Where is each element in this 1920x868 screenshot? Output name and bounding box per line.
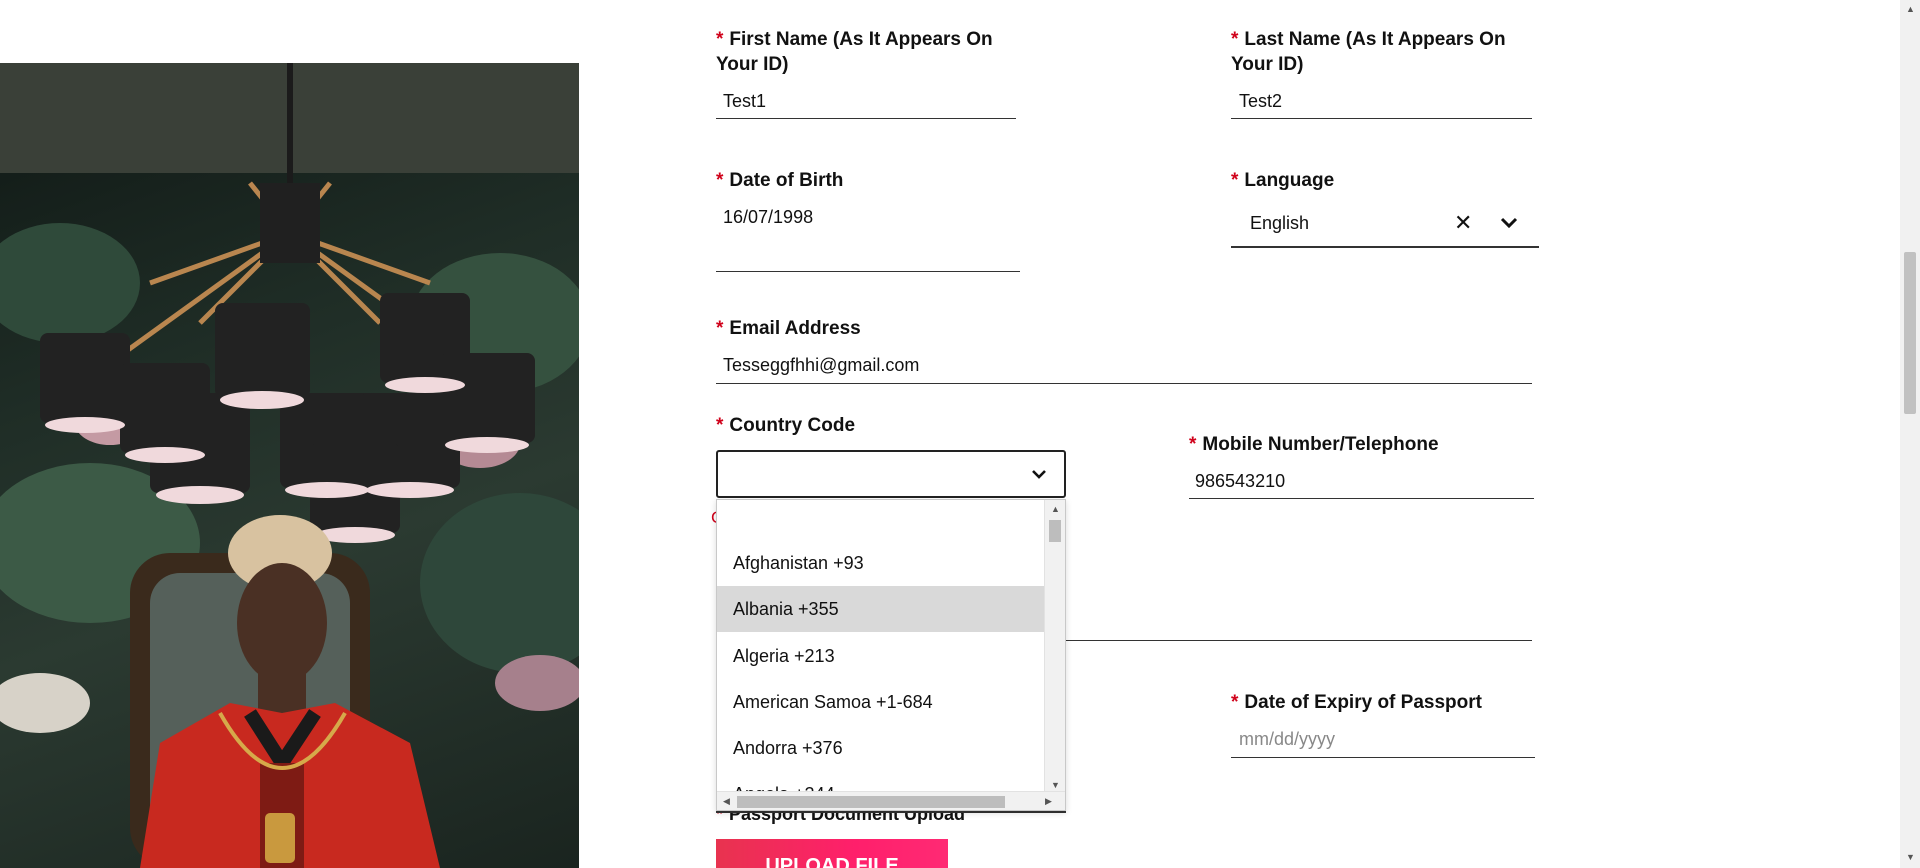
expiry-underline — [1231, 757, 1535, 758]
email-underline — [716, 383, 1532, 384]
language-value: English — [1250, 213, 1310, 233]
dropdown-vertical-scrollbar[interactable]: ▲ ▼ — [1044, 500, 1065, 793]
passport-underline — [716, 811, 1066, 813]
mobile-value: 986543210 — [1195, 471, 1286, 491]
required-marker: * — [1189, 434, 1197, 455]
page-scroll-down-icon[interactable]: ▼ — [1906, 852, 1915, 862]
page-scroll-thumb[interactable] — [1904, 252, 1916, 414]
country-code-label: * Country Code — [716, 413, 855, 438]
dob-label: * Date of Birth — [716, 168, 843, 193]
registration-page: * First Name (As It Appears On Your ID) Te… — [0, 0, 1920, 868]
upload-file-button[interactable]: UPLOAD FILE — [716, 839, 948, 868]
first-name-label: * First Name (As It Appears On Your ID) — [716, 27, 1026, 77]
dob-underline — [716, 271, 1020, 272]
last-name-value: Test2 — [1239, 91, 1283, 111]
dropdown-hscroll-thumb[interactable] — [737, 796, 1005, 808]
page-scroll-up-icon[interactable]: ▲ — [1906, 4, 1915, 14]
email-value: Tesseggfhhi@gmail.com — [723, 355, 920, 375]
dropdown-scroll-thumb[interactable] — [1049, 520, 1061, 542]
country-option[interactable]: Algeria +213 — [717, 633, 1045, 679]
email-label-text: Email Address — [729, 318, 861, 339]
chevron-down-icon[interactable] — [1500, 217, 1518, 229]
dob-input[interactable]: 16/07/1998 — [723, 206, 813, 228]
close-icon[interactable]: ✕ — [1454, 212, 1472, 234]
language-label-text: Language — [1244, 170, 1335, 191]
last-name-label-line2: Your ID) — [1231, 54, 1304, 75]
country-code-dropdown: Afghanistan +93 Albania +355 Algeria +213 A… — [716, 499, 1066, 811]
required-marker: * — [1231, 29, 1239, 50]
required-marker: * — [716, 415, 724, 436]
hidden-field-underline — [1066, 640, 1532, 641]
first-name-label-line1: First Name (As It Appears On — [729, 29, 993, 50]
scroll-down-arrow-icon[interactable]: ▼ — [1051, 780, 1060, 790]
last-name-field: * Last Name (As It Appears On Your ID) — [1231, 27, 1551, 77]
mobile-input[interactable]: 986543210 — [1195, 470, 1285, 492]
country-option[interactable]: Andorra +376 — [717, 725, 1045, 771]
expiry-input[interactable]: mm/dd/yyyy — [1239, 728, 1335, 750]
hero-photo-illustration — [0, 63, 579, 868]
dob-value: 16/07/1998 — [723, 207, 814, 227]
last-name-label-line1: Last Name (As It Appears On — [1244, 29, 1506, 50]
country-option[interactable]: Albania +355 — [717, 586, 1045, 632]
country-code-select[interactable] — [716, 450, 1066, 498]
mobile-label-text: Mobile Number/Telephone — [1202, 434, 1439, 455]
mobile-underline — [1189, 498, 1534, 499]
expiry-placeholder: mm/dd/yyyy — [1239, 729, 1336, 749]
scroll-up-arrow-icon[interactable]: ▲ — [1051, 504, 1060, 514]
country-code-label-text: Country Code — [729, 415, 856, 436]
required-marker: * — [716, 170, 724, 191]
mobile-label: * Mobile Number/Telephone — [1189, 432, 1439, 457]
email-input[interactable]: Tesseggfhhi@gmail.com — [723, 354, 919, 376]
first-name-value: Test1 — [723, 91, 767, 111]
country-code-options: Afghanistan +93 Albania +355 Algeria +213 A… — [717, 500, 1045, 793]
chevron-down-icon[interactable] — [1030, 469, 1048, 481]
required-marker: * — [716, 29, 724, 50]
last-name-underline — [1231, 118, 1532, 119]
first-name-input[interactable]: Test1 — [723, 90, 766, 112]
email-label: * Email Address — [716, 316, 861, 341]
last-name-input[interactable]: Test2 — [1239, 90, 1282, 112]
dropdown-horizontal-scrollbar[interactable]: ◀ ▶ — [717, 791, 1065, 810]
scroll-right-arrow-icon[interactable]: ▶ — [1045, 796, 1052, 806]
last-name-label: * Last Name (As It Appears On Your ID) — [1231, 27, 1551, 77]
required-marker: * — [1231, 692, 1239, 713]
scroll-left-arrow-icon[interactable]: ◀ — [723, 796, 730, 806]
country-option[interactable]: Angola +244 — [717, 771, 1045, 793]
dob-label-text: Date of Birth — [729, 170, 844, 191]
required-marker: * — [716, 318, 724, 339]
language-underline — [1231, 246, 1539, 248]
country-option[interactable]: American Samoa +1-684 — [717, 679, 1045, 725]
first-name-underline — [716, 118, 1016, 119]
first-name-label-line2: Your ID) — [716, 54, 789, 75]
expiry-label-text: Date of Expiry of Passport — [1244, 692, 1482, 713]
language-label: * Language — [1231, 168, 1334, 193]
first-name-field: * First Name (As It Appears On Your ID) — [716, 27, 1026, 77]
page-scrollbar[interactable]: ▲ ▼ — [1900, 0, 1920, 868]
hero-photo — [0, 63, 579, 868]
country-option[interactable]: Afghanistan +93 — [717, 540, 1045, 586]
expiry-label: * Date of Expiry of Passport — [1231, 690, 1482, 715]
required-marker: * — [1231, 170, 1239, 191]
language-select[interactable]: English — [1250, 212, 1309, 234]
